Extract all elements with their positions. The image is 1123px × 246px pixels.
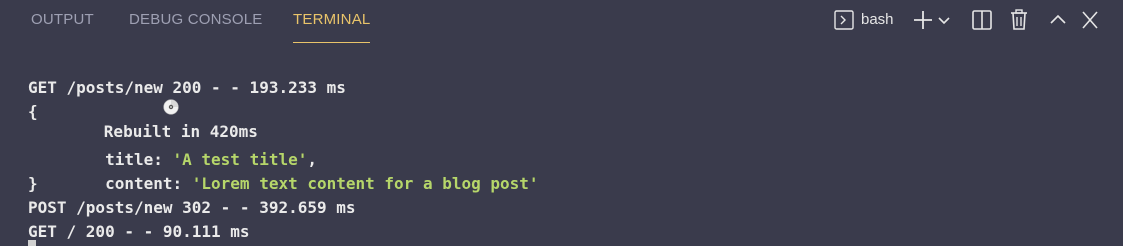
panel-tab-bar: OUTPUT DEBUG CONSOLE TERMINAL bash — [0, 0, 1123, 43]
terminal-shell-icon[interactable] — [833, 8, 855, 32]
terminal-panel: OUTPUT DEBUG CONSOLE TERMINAL bash Rebui… — [0, 0, 1123, 246]
tab-terminal-label: TERMINAL — [293, 11, 371, 28]
close-icon[interactable] — [1080, 8, 1100, 32]
tab-debug-console[interactable]: DEBUG CONSOLE — [129, 0, 262, 42]
content-value: 'Lorem text content for a blog post' — [191, 174, 539, 193]
content-key: content: — [85, 174, 192, 193]
tab-output[interactable]: OUTPUT — [31, 0, 94, 42]
split-terminal-icon[interactable] — [971, 8, 993, 32]
terminal-actions: bash — [823, 0, 1123, 42]
active-tab-indicator — [293, 42, 371, 43]
terminal-line-content: content: 'Lorem text content for a blog … — [28, 148, 538, 193]
chevron-down-icon[interactable] — [937, 8, 951, 32]
tab-terminal[interactable]: TERMINAL — [293, 0, 371, 43]
shell-name[interactable]: bash — [861, 9, 894, 31]
terminal-line-open-brace: { — [28, 102, 38, 121]
terminal-cursor — [28, 240, 36, 246]
plus-icon[interactable] — [912, 8, 934, 32]
chevron-up-icon[interactable] — [1049, 8, 1067, 32]
terminal-output[interactable]: Rebuilt in 420ms GET /posts/new 200 - - … — [0, 48, 1123, 244]
terminal-line-post-new: POST /posts/new 302 - - 392.659 ms — [28, 198, 356, 217]
terminal-line-close-brace: } — [28, 174, 38, 193]
terminal-line-get-root: GET / 200 - - 90.111 ms — [28, 222, 250, 241]
terminal-line-title: title: 'A test title', — [28, 124, 317, 169]
terminal-line-get-new: GET /posts/new 200 - - 193.233 ms — [28, 78, 346, 97]
trash-icon[interactable] — [1009, 8, 1029, 32]
terminal-line-rebuilt: Rebuilt in 420ms — [28, 50, 258, 141]
